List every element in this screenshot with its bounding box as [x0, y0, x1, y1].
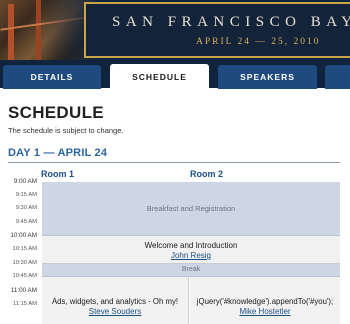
time-label: 10:15 AM [12, 246, 38, 252]
session-break: Break [42, 264, 340, 277]
session-title: Break [181, 266, 201, 273]
event-dates: APRIL 24 — 25, 2010 [196, 37, 321, 47]
time-label: 10:00 AM [10, 232, 37, 239]
time-label: 9:30 AM [15, 205, 37, 211]
time-label: 10:45 AM [12, 273, 38, 279]
time-label: 9:45 AM [15, 219, 37, 225]
session-title: Welcome and Introduction [144, 241, 238, 250]
session-title: jQuery('#knowledge').appendTo('#you'); [196, 297, 334, 306]
tab-more[interactable] [325, 65, 350, 89]
bridge-photo [0, 0, 100, 60]
session-ads-widgets: Ads, widgets, and analytics - Oh my! Ste… [42, 277, 189, 324]
time-label: 11:00 AM [10, 287, 37, 294]
schedule-notice: The schedule is subject to change. [8, 126, 124, 135]
nav-tabs: DETAILS SCHEDULE SPEAKERS [0, 60, 350, 89]
time-label: 9:15 AM [15, 192, 37, 198]
room-1-header: Room 1 [41, 169, 75, 179]
event-location-title: SAN FRANCISCO BAY [112, 14, 350, 30]
divider [8, 162, 340, 163]
speaker-link[interactable]: Steve Souders [42, 307, 188, 316]
header-banner: SAN FRANCISCO BAY APRIL 24 — 25, 2010 [0, 0, 350, 60]
session-title: Ads, widgets, and analytics - Oh my! [51, 297, 179, 306]
time-label: 11:15 AM [12, 301, 37, 307]
day-heading: DAY 1 — APRIL 24 [8, 147, 108, 159]
session-breakfast: Breakfast and Registration [42, 182, 340, 236]
tab-speakers[interactable]: SPEAKERS [218, 65, 317, 89]
page-title: SCHEDULE [8, 103, 104, 122]
session-title: Breakfast and Registration [146, 204, 236, 213]
room-2-header: Room 2 [190, 169, 224, 179]
session-jquery: jQuery('#knowledge').appendTo('#you'); M… [190, 277, 340, 324]
tab-schedule[interactable]: SCHEDULE [110, 64, 209, 89]
tab-details[interactable]: DETAILS [3, 65, 101, 89]
speaker-link[interactable]: Mike Hostetler [190, 307, 340, 316]
session-welcome: Welcome and Introduction John Resig [42, 236, 340, 264]
time-label: 9:00 AM [13, 178, 37, 185]
speaker-link[interactable]: John Resig [42, 251, 340, 260]
time-label: 10:30 AM [12, 260, 38, 266]
